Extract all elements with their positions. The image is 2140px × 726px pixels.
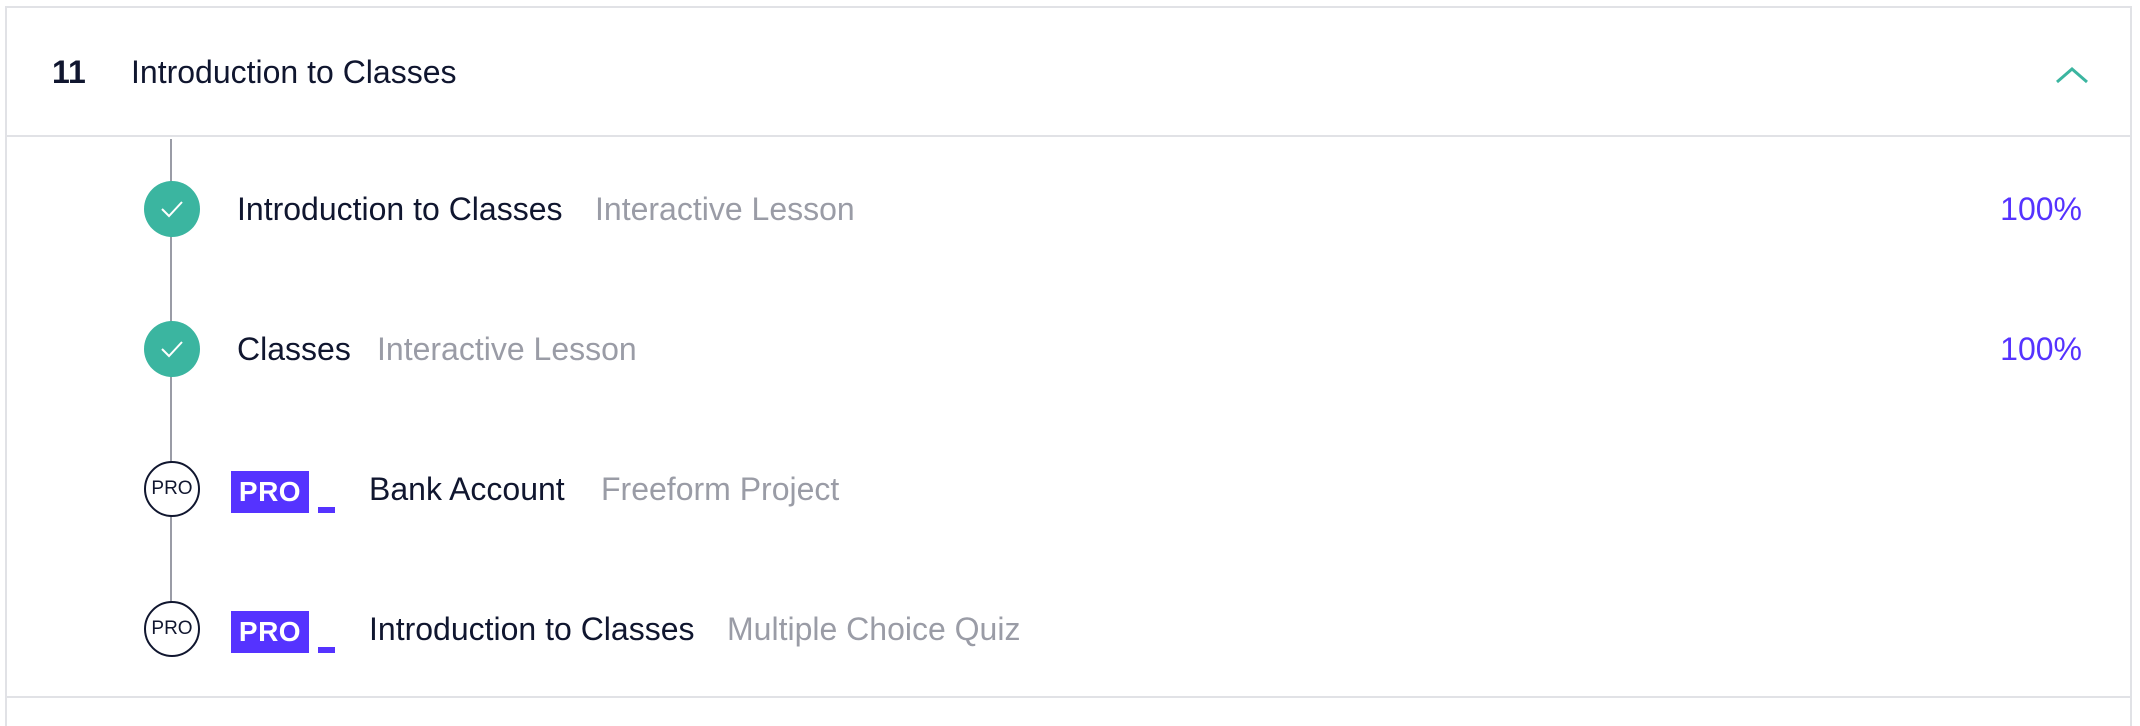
pro-badge: PRO bbox=[231, 471, 335, 513]
pro-badge: PRO bbox=[231, 611, 335, 653]
progress-percent: 100% bbox=[2000, 191, 2082, 227]
complete-status-icon bbox=[144, 321, 200, 377]
list-item[interactable]: PRO PRO Introduction to Classes Multiple… bbox=[7, 589, 2130, 669]
module-title: Introduction to Classes bbox=[131, 54, 457, 90]
complete-status-icon bbox=[144, 181, 200, 237]
list-item[interactable]: PRO PRO Bank Account Freeform Project bbox=[7, 449, 2130, 529]
item-type: Freeform Project bbox=[601, 471, 840, 507]
list-item[interactable]: Classes Interactive Lesson 100% bbox=[7, 309, 2130, 389]
item-title: Introduction to Classes bbox=[237, 191, 563, 227]
pro-status-icon: PRO bbox=[144, 601, 200, 657]
checkmark-icon bbox=[161, 341, 183, 358]
pro-badge-label: PRO bbox=[231, 471, 309, 513]
pro-status-icon: PRO bbox=[144, 461, 200, 517]
item-title: Introduction to Classes bbox=[369, 611, 695, 647]
chevron-up-icon[interactable] bbox=[2055, 65, 2089, 85]
module-panel: 11 Introduction to Classes Introduction … bbox=[5, 6, 2132, 726]
module-header[interactable]: 11 Introduction to Classes bbox=[7, 8, 2130, 137]
module-number: 11 bbox=[52, 54, 86, 90]
pro-cursor-icon bbox=[318, 647, 335, 653]
pro-cursor-icon bbox=[318, 507, 335, 513]
item-type: Interactive Lesson bbox=[377, 331, 637, 367]
bottom-divider bbox=[5, 696, 2132, 698]
list-item[interactable]: Introduction to Classes Interactive Less… bbox=[7, 169, 2130, 249]
item-title: Classes bbox=[237, 331, 351, 367]
item-type: Interactive Lesson bbox=[595, 191, 855, 227]
item-title: Bank Account bbox=[369, 471, 565, 507]
pro-badge-label: PRO bbox=[231, 611, 309, 653]
progress-percent: 100% bbox=[2000, 331, 2082, 367]
item-type: Multiple Choice Quiz bbox=[727, 611, 1021, 647]
checkmark-icon bbox=[161, 201, 183, 218]
